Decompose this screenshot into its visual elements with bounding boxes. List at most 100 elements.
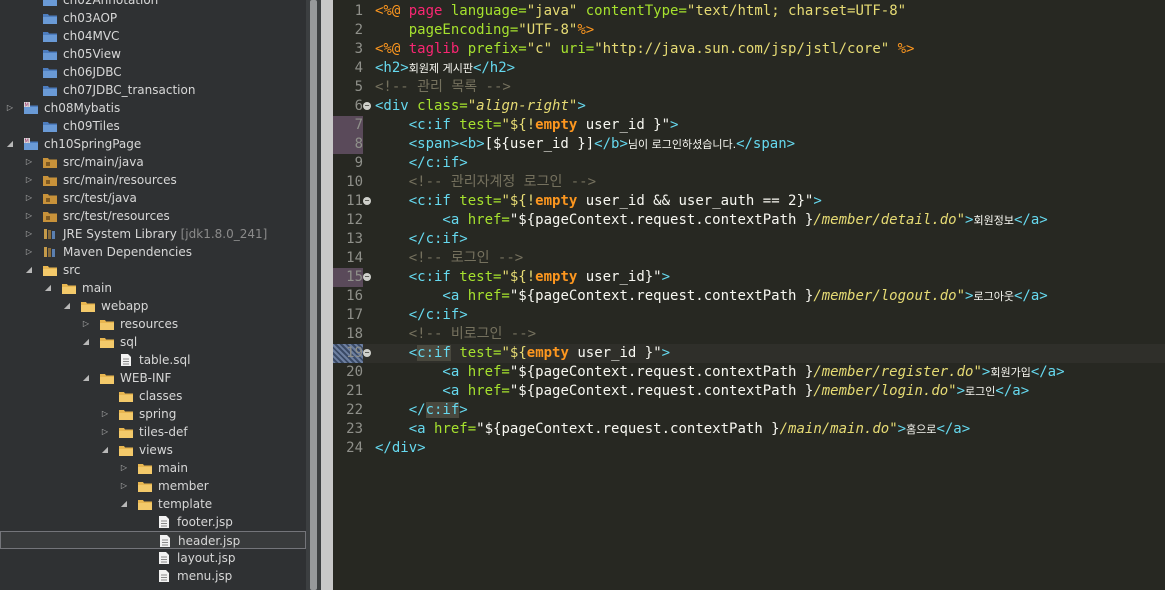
code-line-14[interactable]: 14 <!-- 로그인 --> <box>333 249 1165 268</box>
fold-toggle-icon[interactable]: − <box>363 273 371 281</box>
code-line-5[interactable]: 5 <!-- 관리 목록 --> <box>333 78 1165 97</box>
code-editor[interactable]: 1 <%@ page language="java" contentType="t… <box>333 0 1165 590</box>
collapse-arrow-icon[interactable]: ◢ <box>100 441 110 459</box>
code-text: </c:if> <box>375 401 468 420</box>
folder-icon <box>81 300 95 312</box>
tree-item-classes[interactable]: classes <box>0 387 306 405</box>
tree-item-ch07jdbc-transaction[interactable]: ch07JDBC_transaction <box>0 81 306 99</box>
collapse-arrow-icon[interactable]: ◢ <box>119 495 129 513</box>
collapse-arrow-icon[interactable]: ◢ <box>5 135 15 153</box>
tree-item-ch10springpage[interactable]: ◢ Mch10SpringPage <box>0 135 306 153</box>
library-icon <box>43 246 57 258</box>
code-line-10[interactable]: 10 <!-- 관리자계정 로그인 --> <box>333 173 1165 192</box>
tree-item-main[interactable]: ▷ main <box>0 459 306 477</box>
expand-arrow-icon[interactable]: ▷ <box>24 153 34 171</box>
expand-arrow-icon[interactable]: ▷ <box>24 207 34 225</box>
code-line-11[interactable]: 11− <c:if test="${!empty user_id && user… <box>333 192 1165 211</box>
code-line-15[interactable]: 15− <c:if test="${!empty user_id}"> <box>333 268 1165 287</box>
tree-item-header-jsp[interactable]: header.jsp <box>0 531 306 549</box>
code-line-6[interactable]: 6− <div class="align-right"> <box>333 97 1165 116</box>
expand-arrow-icon[interactable]: ▷ <box>24 243 34 261</box>
expand-arrow-icon[interactable]: ▷ <box>100 423 110 441</box>
tree-item-ch09tiles[interactable]: ch09Tiles <box>0 117 306 135</box>
code-token: <h2> <box>375 60 409 76</box>
tree-item-label: template <box>158 497 213 511</box>
tree-item-ch08mybatis[interactable]: ▷ Mch08Mybatis <box>0 99 306 117</box>
tree-item-member[interactable]: ▷ member <box>0 477 306 495</box>
code-line-16[interactable]: 16 <a href="${pageContext.request.contex… <box>333 287 1165 306</box>
svg-text:M: M <box>25 103 29 109</box>
code-line-12[interactable]: 12 <a href="${pageContext.request.contex… <box>333 211 1165 230</box>
code-text: </c:if> <box>375 230 468 249</box>
tree-item-sql[interactable]: ◢ sql <box>0 333 306 351</box>
code-line-7[interactable]: 7 <c:if test="${!empty user_id }"> <box>333 116 1165 135</box>
fold-toggle-icon[interactable]: − <box>363 349 371 357</box>
expand-arrow-icon[interactable]: ▷ <box>24 225 34 243</box>
code-line-21[interactable]: 21 <a href="${pageContext.request.contex… <box>333 382 1165 401</box>
code-token: </a> <box>1013 288 1048 304</box>
tree-item-src-test-java[interactable]: ▷ src/test/java <box>0 189 306 207</box>
collapse-arrow-icon[interactable]: ◢ <box>81 369 91 387</box>
expand-arrow-icon[interactable]: ▷ <box>119 459 129 477</box>
tree-item-template[interactable]: ◢ template <box>0 495 306 513</box>
code-line-3[interactable]: 3 <%@ taglib prefix="c" uri="http://java.… <box>333 40 1165 59</box>
tree-item-src-main-resources[interactable]: ▷ src/main/resources <box>0 171 306 189</box>
code-line-9[interactable]: 9 </c:if> <box>333 154 1165 173</box>
tree-item-ch04mvc[interactable]: ch04MVC <box>0 27 306 45</box>
tree-item-label: src/test/java <box>63 191 137 205</box>
explorer-scrollbar-thumb[interactable] <box>310 0 317 590</box>
tree-item-menu-jsp[interactable]: menu.jsp <box>0 567 306 585</box>
expand-arrow-icon[interactable]: ▷ <box>5 99 15 117</box>
code-line-8[interactable]: 8 <span><b>[${user_id }]</b>님이 로그인하셨습니다.… <box>333 135 1165 154</box>
tree-item-label: src/test/resources <box>63 209 170 223</box>
expand-arrow-icon[interactable]: ▷ <box>100 405 110 423</box>
tree-item-tiles-def[interactable]: ▷ tiles-def <box>0 423 306 441</box>
expand-arrow-icon[interactable]: ▷ <box>81 315 91 333</box>
code-line-13[interactable]: 13 </c:if> <box>333 230 1165 249</box>
code-line-2[interactable]: 2 pageEncoding="UTF-8"%> <box>333 21 1165 40</box>
fold-toggle-icon[interactable]: − <box>363 197 371 205</box>
tree-item-ch06jdbc[interactable]: ch06JDBC <box>0 63 306 81</box>
tree-item-label: table.sql <box>139 353 191 367</box>
code-line-20[interactable]: 20 <a href="${pageContext.request.contex… <box>333 363 1165 382</box>
tree-item-resources[interactable]: ▷ resources <box>0 315 306 333</box>
tree-item-layout-jsp[interactable]: layout.jsp <box>0 549 306 567</box>
code-line-22[interactable]: 22 </c:if> <box>333 401 1165 420</box>
code-line-17[interactable]: 17 </c:if> <box>333 306 1165 325</box>
expand-arrow-icon[interactable]: ▷ <box>24 171 34 189</box>
tree-item-views[interactable]: ◢ views <box>0 441 306 459</box>
tree-item-webapp[interactable]: ◢ webapp <box>0 297 306 315</box>
fold-toggle-icon[interactable]: − <box>363 102 371 110</box>
expand-arrow-icon[interactable]: ▷ <box>119 477 129 495</box>
tree-item-src-main-java[interactable]: ▷ src/main/java <box>0 153 306 171</box>
collapse-arrow-icon[interactable]: ◢ <box>81 333 91 351</box>
code-line-23[interactable]: 23 <a href="${pageContext.request.contex… <box>333 420 1165 439</box>
collapse-arrow-icon[interactable]: ◢ <box>24 261 34 279</box>
tree-item-jre-system-library[interactable]: ▷ JRE System Library [jdk1.8.0_241] <box>0 225 306 243</box>
code-text: <!-- 로그인 --> <box>375 249 524 268</box>
code-line-4[interactable]: 4 <h2>회원제 게시판</h2> <box>333 59 1165 78</box>
tree-item-main[interactable]: ◢ main <box>0 279 306 297</box>
tree-item-ch03aop[interactable]: ch03AOP <box>0 9 306 27</box>
tree-item-src-test-resources[interactable]: ▷ src/test/resources <box>0 207 306 225</box>
pane-separator[interactable] <box>321 0 333 590</box>
collapse-arrow-icon[interactable]: ◢ <box>62 297 72 315</box>
code-line-1[interactable]: 1 <%@ page language="java" contentType="t… <box>333 2 1165 21</box>
expand-arrow-icon[interactable]: ▷ <box>24 189 34 207</box>
tree-item-spring[interactable]: ▷ spring <box>0 405 306 423</box>
code-line-18[interactable]: 18 <!-- 비로그인 --> <box>333 325 1165 344</box>
tree-item-web-inf[interactable]: ◢ WEB-INF <box>0 369 306 387</box>
tree-item-ch02annotation[interactable]: ch02Annotation <box>0 0 306 9</box>
code-line-24[interactable]: 24 </div> <box>333 439 1165 458</box>
tree-item-maven-dependencies[interactable]: ▷ Maven Dependencies <box>0 243 306 261</box>
tree-item-footer-jsp[interactable]: footer.jsp <box>0 513 306 531</box>
code-line-19[interactable]: 19− <c:if test="${empty user_id }"> <box>333 344 1165 363</box>
collapse-arrow-icon[interactable]: ◢ <box>43 279 53 297</box>
tree-item-table-sql[interactable]: table.sql <box>0 351 306 369</box>
tree-item-ch05view[interactable]: ch05View <box>0 45 306 63</box>
tree-item-label: classes <box>139 389 183 403</box>
tree-item-src[interactable]: ◢ src <box>0 261 306 279</box>
code-token: /main/main.do <box>779 421 890 437</box>
code-token: user_id }" <box>577 117 671 133</box>
line-number: 4 <box>354 60 363 76</box>
